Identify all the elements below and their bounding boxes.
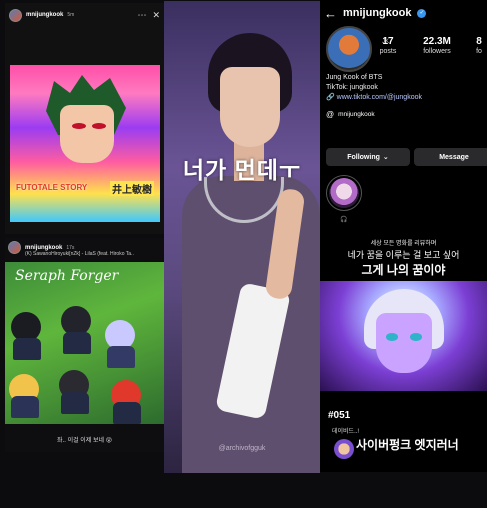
- story-subtitle: 좌.. 이걸 이제 보네 😵: [57, 438, 112, 444]
- profile-bio: JK Jung Kook of BTS TikTok: jungkook 🔗 w…: [326, 39, 422, 103]
- artwork-caption: FUTOTALE STORY: [16, 183, 88, 192]
- stat-value: 22.3M: [423, 36, 451, 47]
- stat-label: followers: [423, 48, 451, 55]
- music-label[interactable]: (K) SawanoHiroyuki[nZk] - LilaS (feat. H…: [25, 251, 134, 257]
- anime-title: 사이버펑크 엣지러너: [356, 438, 459, 452]
- stat-followers[interactable]: 22.3M followers: [418, 36, 456, 55]
- verified-badge-icon: ✓: [417, 8, 427, 18]
- stat-value: 8: [476, 36, 482, 47]
- artwork-title: Seraph Forger: [15, 268, 119, 284]
- watermark: @archivofgguk: [218, 445, 266, 452]
- sticker-icon: [334, 439, 354, 459]
- anime-character-illustration: [46, 75, 126, 185]
- avatar[interactable]: [9, 8, 22, 22]
- person-face: [220, 67, 280, 147]
- episode-number: #051: [328, 410, 351, 421]
- stat-label: fo: [476, 48, 482, 55]
- story-caption-line: 네가 꿈을 이루는 걸 보고 싶어: [347, 250, 460, 260]
- story-highlight[interactable]: [326, 175, 362, 211]
- following-button[interactable]: Following ⌄: [326, 148, 410, 166]
- story-time: 5m: [67, 12, 75, 18]
- artwork-caption-jp: 井上敏樹: [110, 181, 154, 196]
- bio-link-text[interactable]: www.tiktok.com/@jungkook: [337, 94, 422, 101]
- story-time: 17s: [66, 244, 75, 251]
- stat-label: posts: [379, 48, 397, 55]
- bio-line: TikTok: jungkook: [326, 84, 378, 91]
- profile-handle: mnijungkook: [343, 7, 412, 19]
- story-card-center[interactable]: 너가 먼데ㅜ @archivofgguk: [164, 1, 320, 473]
- chevron-down-icon: ⌄: [382, 154, 389, 161]
- profile-header: ← mnijungkook ✓: [320, 5, 487, 21]
- anime-scene: [320, 281, 487, 391]
- message-button[interactable]: Message: [414, 148, 487, 166]
- story-card-right[interactable]: 세상 모든 명화를 리뷰하며 네가 꿈을 이루는 걸 보고 싶어 그게 나의 꿈…: [320, 236, 487, 472]
- bio-line: Jung Kook of BTS: [326, 74, 383, 81]
- story-username[interactable]: mnijungkook: [26, 12, 63, 18]
- display-name: JK: [382, 39, 390, 45]
- story-overlay-text: 너가 먼데ㅜ: [182, 157, 302, 183]
- more-icon[interactable]: ⋯: [137, 10, 146, 21]
- story-header: mnijungkook 5m ⋯ ✕: [5, 3, 164, 27]
- following-label: Following: [347, 153, 380, 161]
- story-caption-line: 그게 나의 꿈이야: [361, 263, 446, 277]
- close-icon[interactable]: ✕: [152, 10, 160, 21]
- headphones-icon: 🎧: [340, 217, 348, 223]
- threads-icon: @: [326, 109, 335, 119]
- story-card-bottom-left[interactable]: mnijungkook 17s (K) SawanoHiroyuki[nZk] …: [5, 238, 164, 452]
- story-artwork: FUTOTALE STORY 井上敏樹: [10, 65, 160, 222]
- bio-link[interactable]: 🔗 www.tiktok.com/@jungkook: [326, 93, 422, 103]
- profile-avatar[interactable]: [326, 26, 372, 72]
- avatar[interactable]: [8, 241, 21, 254]
- small-caption: 데이비드..!: [332, 429, 360, 435]
- back-arrow-icon[interactable]: ←: [324, 6, 337, 21]
- profile-panel: ← mnijungkook ✓ 17 posts 22.3M followers…: [320, 0, 487, 236]
- message-label: Message: [439, 153, 469, 161]
- threads-label: mnijungkook: [338, 110, 375, 118]
- story-artwork: Seraph Forger: [5, 262, 164, 424]
- threads-badge[interactable]: @ mnijungkook: [326, 107, 375, 121]
- story-card-top-left[interactable]: mnijungkook 5m ⋯ ✕ FUTOTALE STORY 井上敏樹: [5, 3, 164, 234]
- story-caption-line: 세상 모든 명화를 리뷰하며: [370, 241, 437, 247]
- stat-following[interactable]: 8 fo: [472, 36, 486, 55]
- story-username[interactable]: mnijungkook: [25, 245, 62, 251]
